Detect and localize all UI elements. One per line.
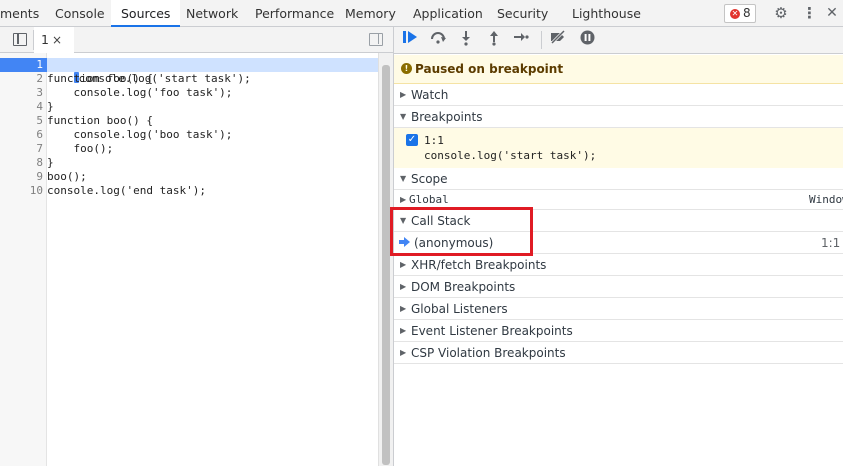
- step-out-icon: [490, 31, 498, 46]
- tab-console[interactable]: Console: [55, 0, 105, 27]
- section-label: Breakpoints: [411, 110, 483, 124]
- editor-scrollbar[interactable]: [378, 53, 393, 466]
- code-line-paused[interactable]: console.log('start task');: [47, 58, 378, 85]
- line-number[interactable]: 3: [0, 86, 43, 100]
- gear-icon[interactable]: ⚙: [771, 4, 791, 23]
- close-file-icon[interactable]: ×: [52, 33, 62, 47]
- section-xhr-breakpoints[interactable]: ▶ XHR/fetch Breakpoints: [394, 254, 843, 276]
- close-icon[interactable]: ✕: [822, 4, 842, 23]
- breakpoint-location: 1:1: [424, 134, 444, 147]
- line-number[interactable]: 5: [0, 114, 43, 128]
- deactivate-breakpoints-button[interactable]: [547, 29, 569, 50]
- line-number[interactable]: 4: [0, 100, 43, 114]
- code-line[interactable]: foo();: [47, 142, 378, 156]
- step-out-button[interactable]: [483, 30, 505, 50]
- code-line[interactable]: console.log('end task');: [47, 184, 378, 198]
- expand-arrow-icon: ▶: [400, 282, 407, 291]
- line-number[interactable]: 2: [0, 72, 43, 86]
- code-line[interactable]: }: [47, 100, 378, 114]
- tab-application[interactable]: Application: [413, 0, 483, 27]
- code-line[interactable]: boo();: [47, 170, 378, 184]
- expand-arrow-icon: ▶: [400, 260, 407, 269]
- collapse-arrow-icon: ▼: [400, 174, 407, 183]
- scrollbar-thumb[interactable]: [382, 65, 390, 465]
- section-label: DOM Breakpoints: [411, 280, 516, 294]
- code-line[interactable]: console.log('boo task');: [47, 128, 378, 142]
- section-csp-violation-breakpoints[interactable]: ▶ CSP Violation Breakpoints: [394, 342, 843, 364]
- expand-arrow-icon: ▶: [400, 304, 407, 313]
- step-over-icon: [431, 32, 446, 44]
- toggle-navigator-icon[interactable]: [13, 33, 27, 46]
- code-line[interactable]: }: [47, 156, 378, 170]
- scope-value: Window: [809, 193, 843, 206]
- pause-on-exceptions-icon: [580, 30, 594, 45]
- line-number-breakpoint[interactable]: 1: [0, 58, 47, 72]
- tab-lighthouse[interactable]: Lighthouse: [572, 0, 641, 27]
- collapse-arrow-icon: ▼: [400, 112, 407, 121]
- section-global-listeners[interactable]: ▶ Global Listeners: [394, 298, 843, 320]
- code-editor[interactable]: console.log('start task'); function foo(…: [47, 53, 378, 466]
- more-options-icon[interactable]: ⋮: [799, 4, 819, 23]
- expand-arrow-icon: ▶: [400, 90, 407, 99]
- toggle-debugger-icon[interactable]: [369, 33, 383, 46]
- annotation-highlight-box: [390, 207, 533, 256]
- call-frame-location: 1:1: [821, 236, 841, 250]
- tab-memory[interactable]: Memory: [345, 0, 396, 27]
- section-scope[interactable]: ▼ Scope: [394, 168, 843, 190]
- section-label: XHR/fetch Breakpoints: [411, 258, 547, 272]
- expand-arrow-icon: ▶: [400, 348, 407, 357]
- line-number[interactable]: 9: [0, 170, 43, 184]
- step-into-icon: [462, 31, 470, 46]
- tab-network[interactable]: Network: [186, 0, 238, 27]
- line-number[interactable]: 10: [0, 184, 43, 198]
- info-icon: !: [401, 63, 412, 74]
- devtools-tab-bar: ments Console Sources Network Performanc…: [0, 0, 843, 27]
- section-label: Global Listeners: [411, 302, 508, 316]
- step-over-button[interactable]: [427, 30, 449, 50]
- step-into-button[interactable]: [455, 30, 477, 50]
- section-breakpoints[interactable]: ▼ Breakpoints: [394, 106, 843, 128]
- breakpoint-checkbox[interactable]: ✓: [406, 134, 418, 146]
- section-dom-breakpoints[interactable]: ▶ DOM Breakpoints: [394, 276, 843, 298]
- error-count: 8: [743, 6, 751, 20]
- line-number-gutter[interactable]: 1 2 3 4 5 6 7 8 9 10: [0, 53, 47, 466]
- toolbar-divider: [541, 31, 542, 49]
- paused-message: Paused on breakpoint: [415, 62, 564, 76]
- debugger-toolbar: [394, 27, 843, 54]
- code-line[interactable]: function boo() {: [47, 114, 378, 128]
- resume-icon: [403, 31, 417, 43]
- file-tab[interactable]: 1 ×: [34, 27, 74, 53]
- breakpoint-item[interactable]: ✓ 1:1 console.log('start task');: [394, 128, 843, 170]
- line-number[interactable]: 8: [0, 156, 43, 170]
- code-line[interactable]: function foo() {: [47, 72, 378, 86]
- editor-toolbar: 1 ×: [0, 27, 393, 53]
- error-icon: ✕: [730, 9, 740, 19]
- section-label: Watch: [411, 88, 449, 102]
- step-button[interactable]: [510, 30, 532, 50]
- expand-arrow-icon: ▶: [400, 326, 407, 335]
- section-watch[interactable]: ▶ Watch: [394, 84, 843, 106]
- line-number[interactable]: 7: [0, 142, 43, 156]
- resume-button[interactable]: [399, 30, 421, 50]
- tab-security[interactable]: Security: [497, 0, 548, 27]
- section-event-listener-breakpoints[interactable]: ▶ Event Listener Breakpoints: [394, 320, 843, 342]
- error-count-badge[interactable]: ✕ 8: [724, 4, 756, 23]
- section-label: Scope: [411, 172, 448, 186]
- tab-elements[interactable]: ments: [0, 0, 39, 27]
- code-line[interactable]: console.log('foo task');: [47, 86, 378, 100]
- deactivate-breakpoints-icon: [550, 29, 566, 45]
- paused-status-banner: ! Paused on breakpoint: [394, 55, 843, 84]
- line-number[interactable]: 6: [0, 128, 43, 142]
- breakpoint-code: console.log('start task');: [424, 149, 597, 162]
- file-tab-label: 1: [41, 32, 49, 47]
- section-label: Event Listener Breakpoints: [411, 324, 573, 338]
- pause-on-exceptions-button[interactable]: [576, 30, 598, 50]
- tab-sources[interactable]: Sources: [111, 0, 181, 27]
- section-label: CSP Violation Breakpoints: [411, 346, 566, 360]
- step-icon: [514, 33, 529, 41]
- tab-performance[interactable]: Performance: [255, 0, 334, 27]
